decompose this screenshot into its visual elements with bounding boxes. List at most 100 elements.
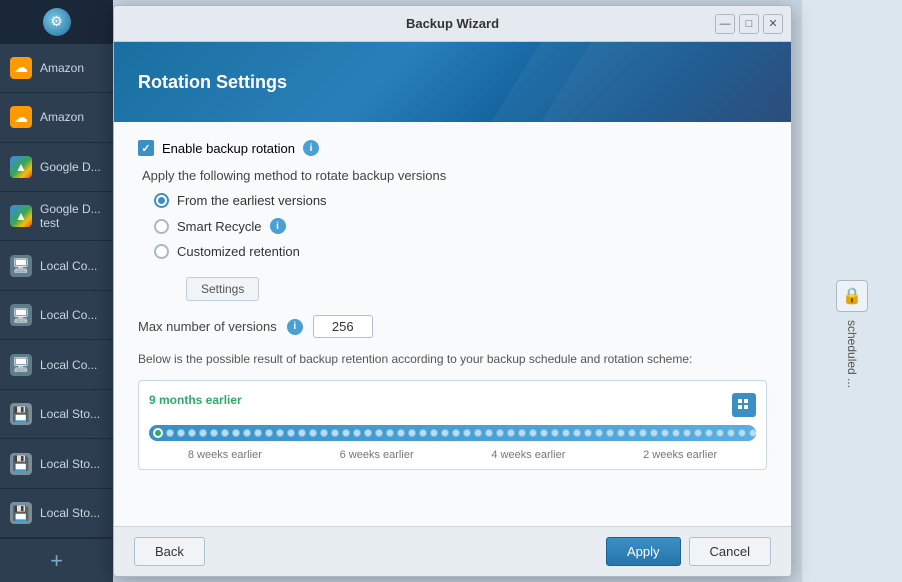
backup-wizard-modal: Backup Wizard — □ ✕ Rotation Settings En… [113,5,792,577]
retention-description: Below is the possible result of backup r… [138,350,767,368]
sidebar-item-label: Amazon [40,110,84,124]
local-icon-3: 🖥 [10,354,32,376]
timeline-dot [639,429,647,437]
radio-label-custom: Customized retention [177,244,300,259]
sidebar-item-amazon-2[interactable]: ☁ Amazon [0,93,113,142]
max-versions-info-icon[interactable]: i [287,319,303,335]
google-drive-icon-1: ▲ [10,156,32,178]
timeline-dot [243,429,251,437]
timeline-dot [199,429,207,437]
sidebar-item-label: Local Sto... [40,457,100,471]
timeline-dot [342,429,350,437]
radio-label-smart: Smart Recycle [177,219,262,234]
apply-button[interactable]: Apply [606,537,681,566]
modal-titlebar: Backup Wizard — □ ✕ [114,6,791,42]
timeline-dot [628,429,636,437]
right-panel: 🔒 scheduled ... [802,0,902,582]
timeline-dot [694,429,702,437]
sidebar-item-local-1[interactable]: 🖥 Local Co... [0,241,113,290]
local-icon-1: 🖥 [10,255,32,277]
local-storage-icon-3: 💾 [10,502,32,524]
sidebar-item-label: Local Co... [40,308,97,322]
sidebar-item-localstorage-3[interactable]: 💾 Local Sto... [0,489,113,538]
modal-header-banner: Rotation Settings [114,42,791,122]
modal-body: Enable backup rotation i Apply the follo… [114,122,791,526]
sidebar-item-label: Local Co... [40,259,97,273]
footer-left: Back [134,537,205,566]
lock-icon: 🔒 [836,280,868,312]
timeline-dot [166,429,174,437]
sidebar-item-local-3[interactable]: 🖥 Local Co... [0,340,113,389]
timeline-months-label: 9 months earlier [149,393,242,407]
sidebar-item-label: Amazon [40,61,84,75]
timeline-dot [562,429,570,437]
sidebar-add-button[interactable]: + [0,538,113,582]
max-versions-row: Max number of versions i [138,315,767,338]
timeline-dot [463,429,471,437]
timeline-dot [177,429,185,437]
timeline-dot [584,429,592,437]
timeline-grid-icon[interactable] [732,393,756,417]
timeline-dot [265,429,273,437]
timeline-dot [298,429,306,437]
modal-controls: — □ ✕ [715,14,783,34]
smart-recycle-info-icon[interactable]: i [270,218,286,234]
enable-rotation-info-icon[interactable]: i [303,140,319,156]
radio-row-earliest: From the earliest versions [154,193,767,208]
sidebar-item-amazon-1[interactable]: ☁ Amazon [0,44,113,93]
rotation-method-radio-group: From the earliest versions Smart Recycle… [138,193,767,259]
amazon-icon-2: ☁ [10,106,32,128]
sidebar-item-label: Google D... [40,160,101,174]
enable-rotation-checkbox[interactable] [138,140,154,156]
timeline-dot [738,429,746,437]
settings-button[interactable]: Settings [186,277,259,301]
timeline-dot [221,429,229,437]
sidebar-item-google-1[interactable]: ▲ Google D... [0,143,113,192]
max-versions-input[interactable] [313,315,373,338]
timeline-dot [397,429,405,437]
timeline-dot [507,429,515,437]
timeline-chart: 9 months earlier [138,380,767,470]
timeline-dot [254,429,262,437]
sidebar-item-label: Local Sto... [40,506,100,520]
footer-right: Apply Cancel [606,537,771,566]
sidebar-item-local-2[interactable]: 🖥 Local Co... [0,291,113,340]
cancel-button[interactable]: Cancel [689,537,771,566]
radio-earliest[interactable] [154,193,169,208]
timeline-dot [276,429,284,437]
modal-maximize-button[interactable]: □ [739,14,759,34]
timeline-dot [474,429,482,437]
sidebar-item-localstorage-1[interactable]: 💾 Local Sto... [0,390,113,439]
timeline-dot [419,429,427,437]
sidebar-item-label: Local Sto... [40,407,100,421]
timeline-dot [650,429,658,437]
radio-smart-recycle[interactable] [154,219,169,234]
timeline-header: 9 months earlier [149,393,756,417]
timeline-dot [452,429,460,437]
modal-close-button[interactable]: ✕ [763,14,783,34]
timeline-dot [210,429,218,437]
timeline-label-2w: 2 weeks earlier [643,449,717,461]
timeline-dots [149,428,756,438]
radio-customized-retention[interactable] [154,244,169,259]
local-storage-icon-2: 💾 [10,453,32,475]
timeline-dot [441,429,449,437]
app-logo-icon: ⚙ [43,8,71,36]
timeline-labels: 8 weeks earlier 6 weeks earlier 4 weeks … [149,447,756,461]
max-versions-label: Max number of versions [138,319,277,334]
timeline-dot [661,429,669,437]
timeline-dot [364,429,372,437]
modal-minimize-button[interactable]: — [715,14,735,34]
timeline-dot [188,429,196,437]
timeline-dot [716,429,724,437]
sidebar-item-localstorage-2[interactable]: 💾 Local Sto... [0,439,113,488]
timeline-label-6w: 6 weeks earlier [340,449,414,461]
local-icon-2: 🖥 [10,304,32,326]
timeline-dot [309,429,317,437]
radio-row-smart: Smart Recycle i [154,218,767,234]
sidebar-item-google-2[interactable]: ▲ Google D... test [0,192,113,241]
timeline-dot [353,429,361,437]
timeline-dot [496,429,504,437]
back-button[interactable]: Back [134,537,205,566]
sidebar-item-label: Google D... test [40,202,103,230]
